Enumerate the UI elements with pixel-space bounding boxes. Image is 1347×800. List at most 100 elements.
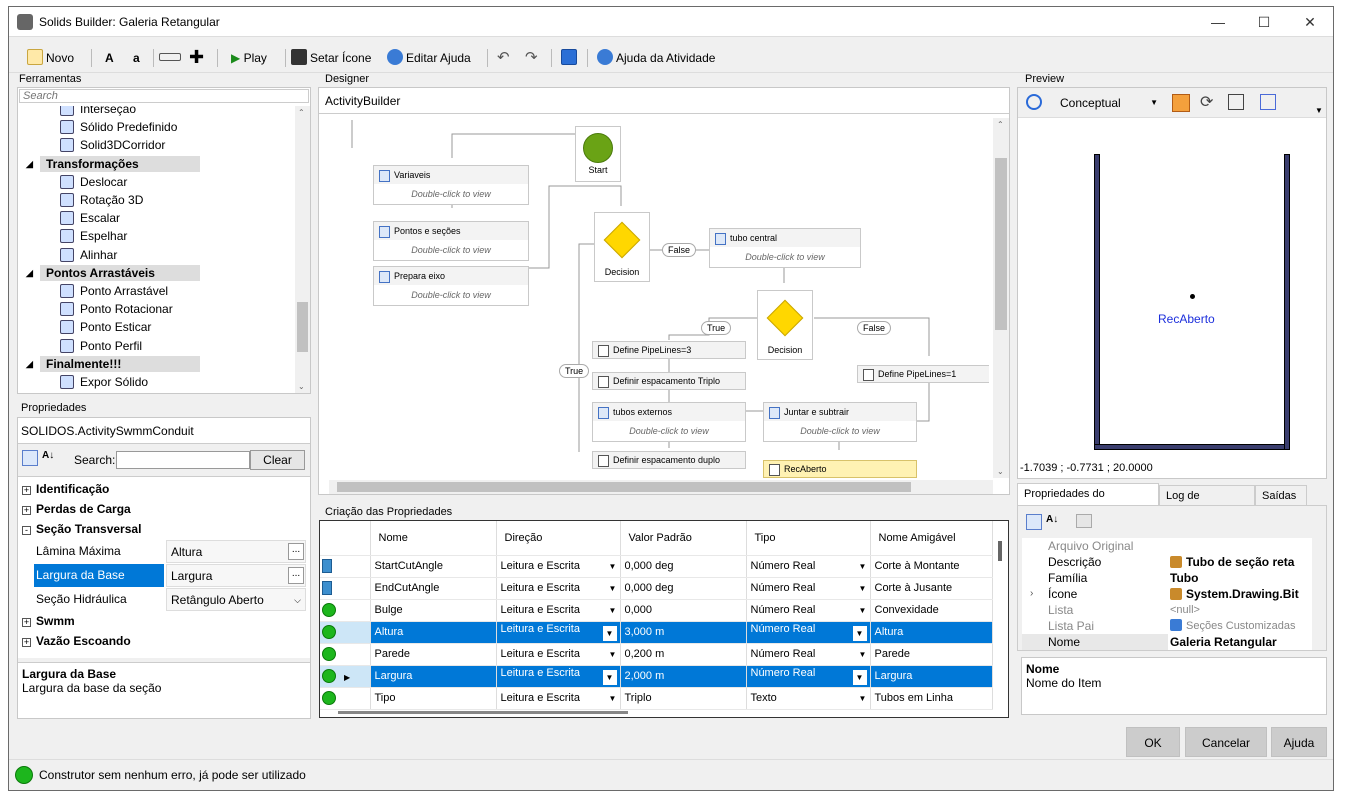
clear-button[interactable]: Clear	[250, 450, 305, 470]
decision-node-1[interactable]: Decision	[594, 212, 650, 282]
criacao-hscroll[interactable]	[338, 711, 628, 714]
dropdown-arrow-icon[interactable]: ▼	[856, 562, 870, 571]
tree-item[interactable]: Deslocar	[60, 173, 127, 191]
cell-amigavel[interactable]: Parede	[870, 643, 993, 666]
tree-item[interactable]: Interseção	[60, 106, 136, 118]
construtor-row[interactable]: Lista Pai Seções Customizadas	[1022, 618, 1312, 634]
cell-direcao[interactable]: Leitura e Escrita ▼	[496, 599, 621, 622]
cell-valor[interactable]: 0,000 deg	[620, 577, 747, 600]
categorized-icon[interactable]	[1026, 514, 1042, 530]
expand-icon[interactable]: +	[22, 486, 31, 495]
sequence-tubos-externos[interactable]: tubos externos Double-click to view	[592, 402, 746, 442]
tree-item[interactable]: Ponto Arrastável	[60, 282, 168, 300]
cell-nome[interactable]: Altura	[370, 621, 497, 644]
criacao-vscroll[interactable]	[994, 521, 1008, 703]
collapse-icon[interactable]	[159, 47, 184, 69]
sort-az-icon[interactable]: A↓	[1046, 514, 1058, 525]
cell-valor[interactable]: 0,000	[620, 599, 747, 622]
cell-direcao[interactable]: Leitura e Escrita ▼	[496, 555, 621, 578]
cancelar-button[interactable]: Cancelar	[1185, 727, 1267, 757]
cell-tipo[interactable]: Texto ▼	[746, 687, 871, 710]
ajuda-button[interactable]: Ajuda	[1271, 727, 1327, 757]
dropdown-arrow-icon[interactable]: ▼	[856, 606, 870, 615]
cell-direcao[interactable]: Leitura e Escrita ▼	[496, 577, 621, 600]
table-row[interactable]: Bulge Leitura e Escrita ▼ 0,000 Número Real ▼…	[320, 599, 993, 622]
cell-nome[interactable]: StartCutAngle	[370, 555, 497, 578]
column-header[interactable]: Nome Amigável	[870, 521, 993, 556]
expand-icon[interactable]: ✚	[189, 47, 204, 69]
sequence-tubo-central[interactable]: tubo central Double-click to view	[709, 228, 861, 268]
cell-tipo[interactable]: Número Real ▼	[746, 621, 871, 644]
designer-hscroll[interactable]	[329, 480, 993, 494]
row-header-cell[interactable]	[320, 687, 371, 710]
construtor-row[interactable]: Família Tubo	[1022, 570, 1312, 586]
prop-group[interactable]: + Identificação	[18, 479, 308, 499]
cell-valor[interactable]: 0,000 deg	[620, 555, 747, 578]
projection-icon[interactable]	[1260, 94, 1276, 110]
table-row[interactable]: Tipo Leitura e Escrita ▼ Triplo Texto ▼ Tubos …	[320, 687, 993, 710]
prop-group[interactable]: - Seção Transversal	[18, 519, 308, 539]
column-header[interactable]: Direção	[496, 521, 621, 556]
cell-direcao[interactable]: Leitura e Escrita ▼	[496, 621, 621, 644]
prop-value[interactable]: Largura...	[166, 564, 306, 587]
construtor-row[interactable]: Descrição Tubo de seção reta	[1022, 554, 1312, 570]
tree-item[interactable]: Sólido Predefinido	[60, 118, 177, 136]
cell-tipo[interactable]: Número Real ▼	[746, 665, 871, 688]
font-smaller-button[interactable]: a	[133, 47, 140, 69]
orbit-icon[interactable]: ⟳	[1200, 92, 1213, 112]
categorized-icon[interactable]	[22, 450, 38, 466]
row-header-cell[interactable]	[320, 599, 371, 622]
tree-category[interactable]: ◢ Transformações	[26, 155, 200, 172]
prop-group[interactable]: + Vazão Escoando	[18, 631, 308, 651]
workflow-canvas[interactable]: Start Variaveis Double-click to view Pont…	[329, 118, 989, 480]
ferramentas-scrollbar[interactable]: ⌃ ⌄	[295, 106, 310, 393]
ellipsis-button[interactable]: ...	[288, 543, 304, 560]
zoom-icon[interactable]	[1026, 94, 1042, 110]
tree-item[interactable]: Ponto Esticar	[60, 318, 151, 336]
prop-search-input[interactable]	[116, 451, 250, 469]
construtor-row[interactable]: Lista <null>	[1022, 602, 1312, 618]
tree-item[interactable]: Alinhar	[60, 246, 117, 264]
maximize-icon[interactable]: ☐	[1241, 7, 1287, 37]
collapse-triangle-icon[interactable]: ◢	[26, 156, 33, 172]
sequence-juntar[interactable]: Juntar e subtrair Double-click to view	[763, 402, 917, 442]
cell-valor[interactable]: 2,000 m	[620, 665, 747, 688]
tree-category[interactable]: ◢ Pontos Arrastáveis	[26, 264, 200, 281]
preview-viewport[interactable]: RecAberto	[1018, 118, 1326, 460]
row-header-cell[interactable]	[320, 643, 371, 666]
cell-amigavel[interactable]: Tubos em Linha	[870, 687, 993, 710]
expand-icon[interactable]: +	[22, 618, 31, 627]
collapse-triangle-icon[interactable]: ◢	[26, 265, 33, 281]
cell-amigavel[interactable]: Corte à Jusante	[870, 577, 993, 600]
cell-valor[interactable]: Triplo	[620, 687, 747, 710]
cell-tipo[interactable]: Número Real ▼	[746, 555, 871, 578]
construtor-row[interactable]: Arquivo Original	[1022, 538, 1312, 554]
visual-style-select[interactable]: Conceptual ▼	[1052, 92, 1162, 114]
column-header[interactable]: Tipo	[746, 521, 871, 556]
prop-row[interactable]: Lâmina Máxima Altura...	[18, 540, 308, 564]
tab-2[interactable]: Saídas	[1255, 485, 1307, 505]
activity-pipe3[interactable]: Define PipeLines=3	[592, 341, 746, 359]
dropdown-arrow-icon[interactable]: ▼	[602, 626, 617, 641]
ferramentas-search-input[interactable]	[19, 89, 309, 103]
dropdown-arrow-icon[interactable]: ▼	[606, 584, 620, 593]
tree-item[interactable]: Expor Sólido	[60, 373, 148, 391]
table-row[interactable]: Altura Leitura e Escrita ▼ 3,000 m Número Re…	[320, 621, 993, 644]
dropdown-arrow-icon[interactable]: ▼	[856, 694, 870, 703]
prop-row[interactable]: Seção Hidráulica Retângulo Aberto ⌵	[18, 588, 308, 612]
row-header-cell[interactable]: ▶	[320, 665, 371, 688]
ellipsis-button[interactable]: ...	[288, 567, 304, 584]
cell-direcao[interactable]: Leitura e Escrita ▼	[496, 687, 621, 710]
activity-triplo[interactable]: Definir espacamento Triplo	[592, 372, 746, 390]
play-button[interactable]: ▶ Play	[231, 47, 267, 69]
activity-pipe1[interactable]: Define PipeLines=1	[857, 365, 989, 383]
dropdown-arrow-icon[interactable]: ▼	[606, 650, 620, 659]
construtor-row[interactable]: › Ícone System.Drawing.Bit	[1022, 586, 1312, 602]
cell-nome[interactable]: Parede	[370, 643, 497, 666]
collapse-icon[interactable]: -	[22, 526, 31, 535]
tab-0[interactable]: Propriedades do Construtor	[1017, 483, 1159, 520]
cell-direcao[interactable]: Leitura e Escrita ▼	[496, 665, 621, 688]
start-node[interactable]: Start	[575, 126, 621, 182]
minimize-icon[interactable]: —	[1195, 7, 1241, 37]
view-icon[interactable]	[561, 47, 580, 69]
